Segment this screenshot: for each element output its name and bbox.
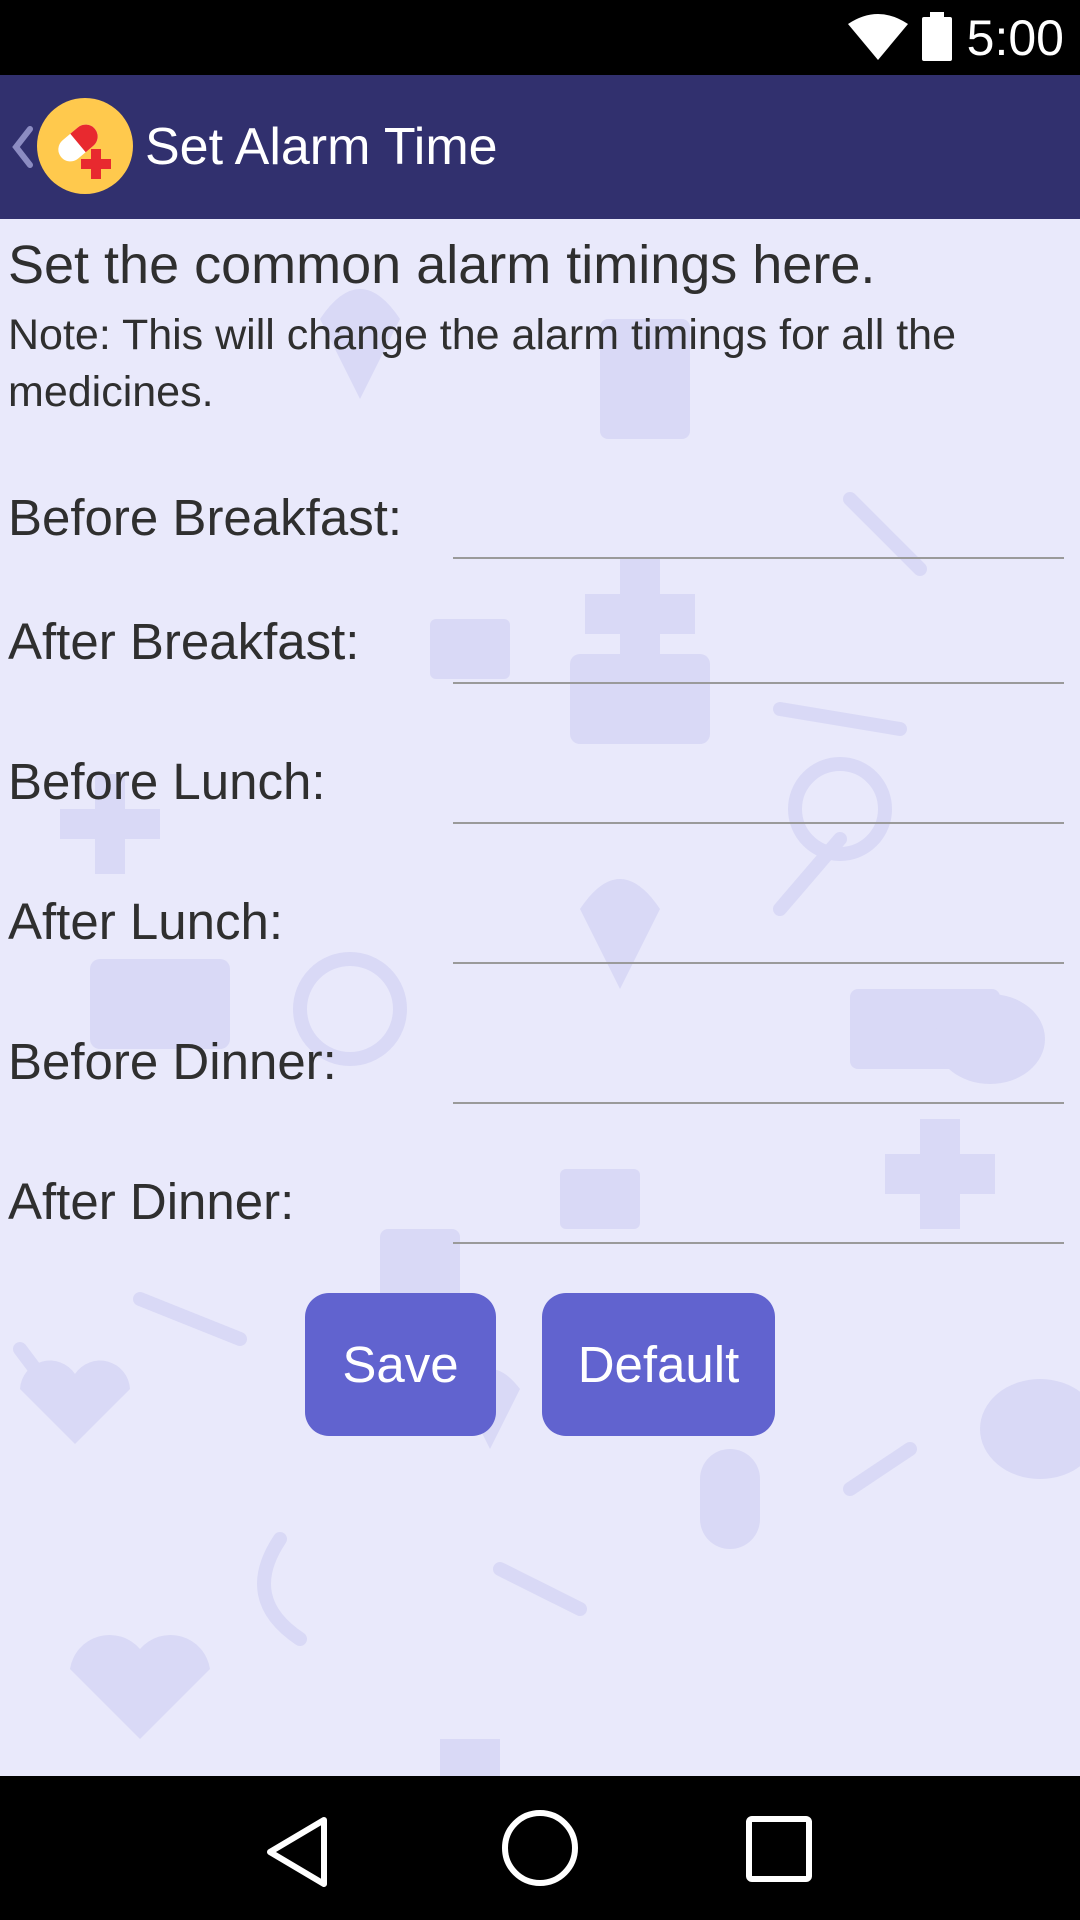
- system-nav-bar: [0, 1776, 1080, 1920]
- before-lunch-time-field[interactable]: [453, 764, 1064, 824]
- note-text: Note: This will change the alarm timings…: [8, 311, 957, 416]
- before-breakfast-label: Before Breakfast:: [8, 489, 403, 546]
- chevron-left-icon[interactable]: [8, 119, 36, 180]
- wifi-icon: [846, 12, 910, 67]
- medical-pattern-background: [13, 289, 1080, 1776]
- pill-plus-logo-icon[interactable]: [36, 97, 134, 195]
- after-dinner-label: After Dinner:: [8, 1173, 295, 1230]
- before-dinner-label: Before Dinner:: [8, 1033, 337, 1090]
- battery-icon: [920, 12, 954, 67]
- after-dinner-time-field[interactable]: [453, 1184, 1064, 1244]
- before-lunch-label: Before Lunch:: [8, 753, 326, 810]
- status-bar: 5:00: [0, 0, 1080, 75]
- save-button[interactable]: Save: [305, 1293, 496, 1436]
- app-bar: Set Alarm Time: [0, 75, 1080, 219]
- default-button[interactable]: Default: [542, 1293, 775, 1436]
- after-breakfast-label: After Breakfast:: [8, 613, 360, 670]
- alarm-settings-form: Set the common alarm timings here. Note:…: [0, 219, 1080, 1776]
- after-lunch-label: After Lunch:: [8, 893, 283, 950]
- nav-home-icon[interactable]: [500, 1808, 580, 1893]
- nav-recent-icon[interactable]: [746, 1816, 812, 1887]
- status-time: 5:00: [966, 10, 1064, 66]
- page-heading: Set the common alarm timings here.: [8, 235, 876, 295]
- nav-back-icon[interactable]: [262, 1814, 332, 1895]
- after-breakfast-time-field[interactable]: [453, 624, 1064, 684]
- before-dinner-time-field[interactable]: [453, 1044, 1064, 1104]
- after-lunch-time-field[interactable]: [453, 904, 1064, 964]
- before-breakfast-time-field[interactable]: [453, 499, 1064, 559]
- page-title: Set Alarm Time: [145, 118, 498, 176]
